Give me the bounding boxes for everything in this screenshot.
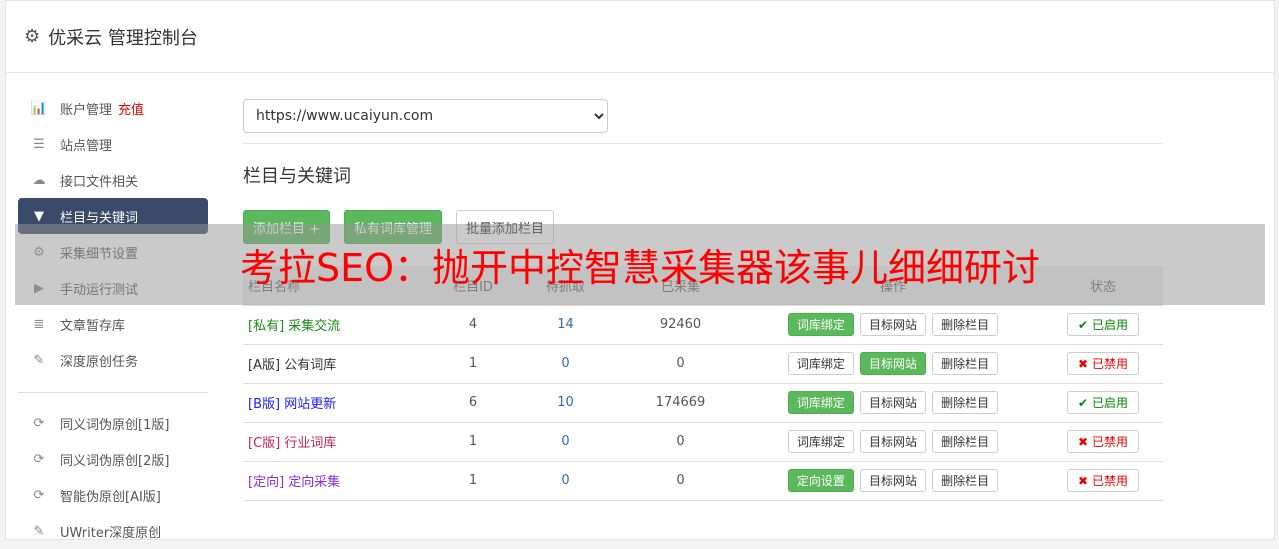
status-toggle[interactable]: ✖ 已禁用	[1067, 469, 1139, 492]
bar-chart-icon: 📊	[30, 100, 48, 116]
status-cell: ✔ 已启用	[1043, 383, 1163, 423]
x-icon: ✖	[1078, 473, 1089, 488]
sidebar-item[interactable]: ⟳ 智能伪原创[AI版]	[18, 477, 208, 513]
actions-cell: 词库绑定 目标网站 删除栏目	[743, 344, 1043, 384]
sidebar-item-label: 同义词伪原创[2版]	[60, 453, 170, 469]
collected-count: 0	[618, 461, 743, 501]
sidebar-item-label: 深度原创任务	[60, 354, 139, 370]
pending-count: 0	[513, 422, 618, 462]
column-name[interactable]: [B版] 网站更新	[243, 383, 433, 423]
target-site-button[interactable]: 目标网站	[859, 313, 926, 337]
target-site-button[interactable]: 目标网站	[859, 352, 926, 375]
check-icon: ✔	[1078, 395, 1089, 410]
actions-cell: 词库绑定 目标网站 删除栏目	[743, 422, 1043, 462]
sidebar-item[interactable]: ✎ 深度原创任务	[18, 342, 208, 378]
server-icon: ☰	[33, 136, 45, 152]
table-row: [私有] 采集交流 4 14 92460 词库绑定 目标网站 删除栏目 ✔ 已启…	[243, 305, 1163, 345]
column-id: 4	[433, 305, 513, 345]
status-cell: ✖ 已禁用	[1043, 344, 1163, 384]
table-row: [A版] 公有词库 1 0 0 词库绑定 目标网站 删除栏目 ✖ 已禁用	[243, 344, 1163, 384]
target-site-button[interactable]: 目标网站	[859, 391, 926, 414]
pending-count: 10	[513, 383, 618, 423]
delete-column-button[interactable]: 删除栏目	[932, 430, 999, 453]
x-icon: ✖	[1078, 434, 1089, 449]
collected-count: 92460	[618, 305, 743, 345]
status-toggle[interactable]: ✖ 已禁用	[1067, 430, 1139, 453]
lexicon-bind-button[interactable]: 定向设置	[787, 469, 854, 492]
check-icon: ✔	[1078, 317, 1089, 332]
pending-count: 0	[513, 344, 618, 384]
gear-icon: ⚙	[24, 26, 41, 47]
status-toggle[interactable]: ✖ 已禁用	[1067, 352, 1139, 375]
column-id: 1	[433, 422, 513, 462]
sidebar-item[interactable]: ✎ UWriter深度原创	[18, 513, 208, 549]
sidebar-item-label: 账户管理	[60, 102, 113, 118]
x-icon: ✖	[1078, 356, 1089, 371]
status-cell: ✖ 已禁用	[1043, 422, 1163, 462]
actions-cell: 词库绑定 目标网站 删除栏目	[743, 383, 1043, 423]
status-toggle[interactable]: ✔ 已启用	[1067, 391, 1139, 414]
sidebar-item-label: 站点管理	[60, 138, 113, 154]
database-icon: ≣	[33, 316, 45, 332]
lexicon-bind-button[interactable]: 词库绑定	[787, 430, 854, 453]
lexicon-bind-button[interactable]: 词库绑定	[787, 313, 854, 337]
refresh-icon: ⟳	[33, 451, 45, 467]
collected-count: 174669	[618, 383, 743, 423]
lexicon-bind-button[interactable]: 词库绑定	[787, 352, 854, 375]
delete-column-button[interactable]: 删除栏目	[932, 313, 999, 337]
table-row: [定向] 定向采集 1 0 0 定向设置 目标网站 删除栏目 ✖ 已禁用	[243, 461, 1163, 501]
table-row: [B版] 网站更新 6 10 174669 词库绑定 目标网站 删除栏目 ✔ 已…	[243, 383, 1163, 423]
column-id: 1	[433, 461, 513, 501]
target-site-button[interactable]: 目标网站	[859, 430, 926, 453]
target-site-button[interactable]: 目标网站	[859, 469, 926, 492]
watermark-banner: 考拉SEO：抛开中控智慧采集器该事儿细细研讨	[15, 224, 1265, 305]
section-title: 栏目与关键词	[243, 166, 351, 187]
sidebar-item[interactable]: ≣ 文章暂存库	[18, 306, 208, 342]
sidebar-item-label: 文章暂存库	[60, 318, 126, 334]
delete-column-button[interactable]: 删除栏目	[932, 352, 999, 375]
sidebar-item-label: 智能伪原创[AI版]	[60, 489, 161, 505]
actions-cell: 定向设置 目标网站 删除栏目	[743, 461, 1043, 501]
collected-count: 0	[618, 344, 743, 384]
column-id: 6	[433, 383, 513, 423]
delete-column-button[interactable]: 删除栏目	[932, 391, 999, 414]
pending-count: 0	[513, 461, 618, 501]
sidebar: 📊账户管理充值☰站点管理☁接口文件相关▼栏目与关键词⚙采集细节设置▶手动运行测试…	[18, 90, 208, 549]
table-row: [C版] 行业词库 1 0 0 词库绑定 目标网站 删除栏目 ✖ 已禁用	[243, 422, 1163, 462]
cloud-upload-icon: ☁	[32, 172, 46, 188]
column-name[interactable]: [私有] 采集交流	[243, 305, 433, 345]
filter-icon: ▼	[34, 208, 44, 224]
sidebar-item-label: 接口文件相关	[60, 174, 139, 190]
sidebar-item[interactable]: 📊 账户管理 充值	[18, 90, 208, 126]
lexicon-bind-button[interactable]: 词库绑定	[787, 391, 854, 414]
sidebar-divider	[18, 392, 208, 393]
column-name[interactable]: [定向] 定向采集	[243, 461, 433, 501]
refresh-icon: ⟳	[33, 487, 45, 503]
sidebar-item[interactable]: ⟳ 同义词伪原创[2版]	[18, 441, 208, 477]
refresh-icon: ⟳	[33, 415, 45, 431]
header: ⚙ 优采云 管理控制台	[6, 1, 1274, 73]
edit-icon: ✎	[33, 523, 45, 539]
page-title: 优采云 管理控制台	[48, 27, 198, 49]
sidebar-item-label: UWriter深度原创	[60, 525, 162, 541]
actions-cell: 词库绑定 目标网站 删除栏目	[743, 305, 1043, 345]
sidebar-item[interactable]: ⟳ 同义词伪原创[1版]	[18, 405, 208, 441]
column-name[interactable]: [C版] 行业词库	[243, 422, 433, 462]
recharge-link[interactable]: 充值	[118, 99, 144, 118]
sidebar-item-label: 栏目与关键词	[60, 210, 139, 226]
sidebar-item[interactable]: ☰ 站点管理	[18, 126, 208, 162]
pending-count: 14	[513, 305, 618, 345]
status-cell: ✔ 已启用	[1043, 305, 1163, 345]
collected-count: 0	[618, 422, 743, 462]
status-toggle[interactable]: ✔ 已启用	[1067, 313, 1139, 337]
sidebar-item-label: 同义词伪原创[1版]	[60, 417, 170, 433]
delete-column-button[interactable]: 删除栏目	[932, 469, 999, 492]
edit-icon: ✎	[33, 352, 45, 368]
column-name[interactable]: [A版] 公有词库	[243, 344, 433, 384]
sidebar-item[interactable]: ☁ 接口文件相关	[18, 162, 208, 198]
status-cell: ✖ 已禁用	[1043, 461, 1163, 501]
column-id: 1	[433, 344, 513, 384]
site-select[interactable]: https://www.ucaiyun.com	[243, 99, 608, 133]
divider	[243, 143, 1163, 144]
